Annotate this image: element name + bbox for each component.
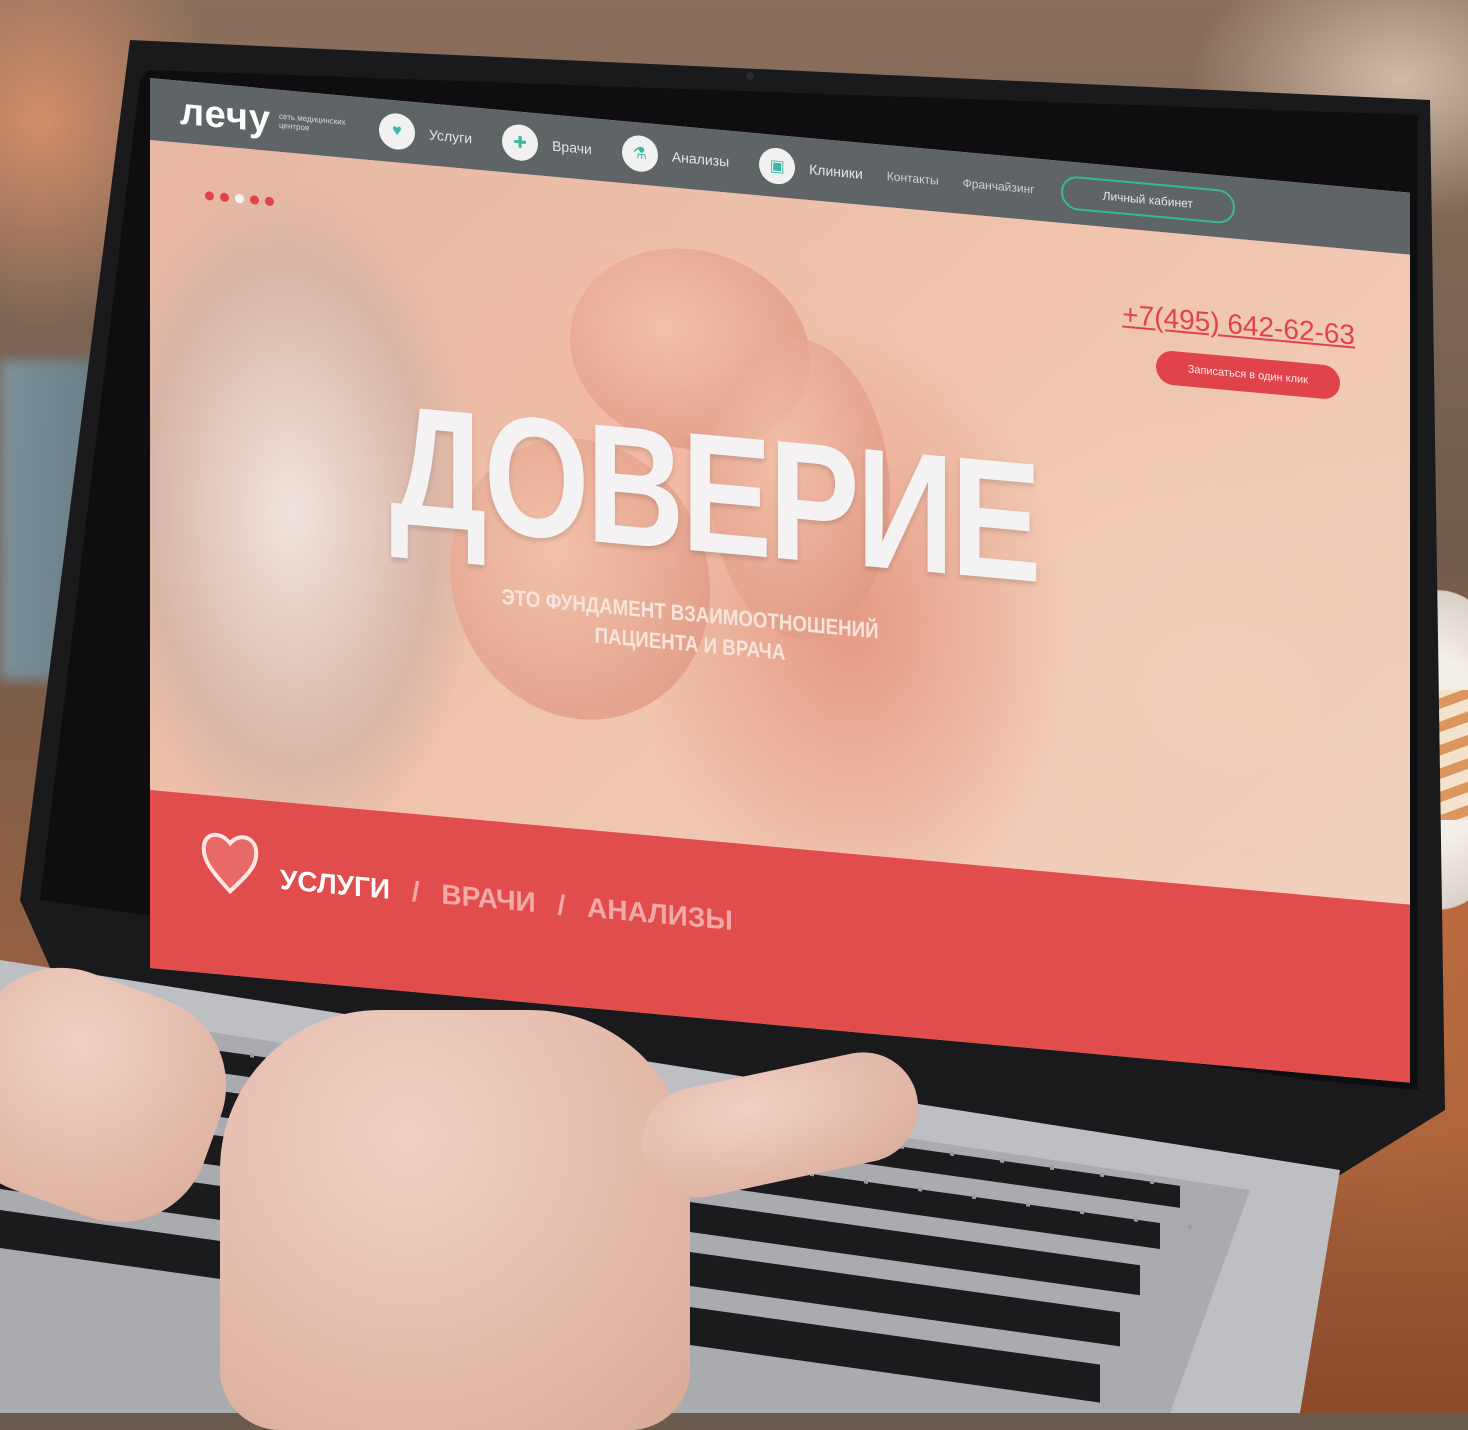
heart-icon <box>201 832 259 895</box>
nav-label: Анализы <box>671 148 730 170</box>
nav-label: Клиники <box>809 160 863 182</box>
nav-item-tests[interactable]: ⚗ Анализы <box>621 133 730 180</box>
microscope-icon: ⚗ <box>621 133 658 174</box>
phone-link[interactable]: +7(495) 642-62-63 <box>1122 298 1355 351</box>
logo-subtitle: сеть медицинских центров <box>279 111 346 133</box>
laptop-screen: лечу сеть медицинских центров ♥ Услуги ✚… <box>150 78 1410 1083</box>
nav-item-clinics[interactable]: ▣ Клиники <box>759 146 863 191</box>
nav-label: Врачи <box>552 137 592 158</box>
site-logo[interactable]: лечу <box>180 90 271 141</box>
tab-separator: / <box>411 875 420 908</box>
tab-separator: / <box>557 889 566 921</box>
right-hand <box>220 1010 690 1430</box>
slider-dot[interactable] <box>205 191 214 201</box>
heart-icon: ♥ <box>379 111 416 152</box>
clinic-icon: ▣ <box>759 146 796 186</box>
category-tabs: УСЛУГИ / ВРАЧИ / АНАЛИЗЫ <box>280 864 733 937</box>
contacts-link[interactable]: Контакты <box>887 169 939 188</box>
franchise-link[interactable]: Франчайзинг <box>963 176 1035 197</box>
tab-doctors[interactable]: ВРАЧИ <box>441 879 535 919</box>
slider-dots <box>205 191 274 207</box>
slider-dot[interactable] <box>250 195 259 205</box>
tab-tests[interactable]: АНАЛИЗЫ <box>587 892 733 936</box>
doctor-icon: ✚ <box>502 123 539 163</box>
hero-banner: +7(495) 642-62-63 Записаться в один клик… <box>150 140 1410 905</box>
nav-item-doctors[interactable]: ✚ Врачи <box>502 123 592 167</box>
book-appointment-button[interactable]: Записаться в один клик <box>1155 349 1340 401</box>
slider-dot[interactable] <box>265 196 274 207</box>
slider-dot[interactable] <box>220 192 229 203</box>
personal-cabinet-button[interactable]: Личный кабинет <box>1060 174 1235 225</box>
nav-item-services[interactable]: ♥ Услуги <box>379 111 473 156</box>
nav-label: Услуги <box>429 126 473 147</box>
tab-services[interactable]: УСЛУГИ <box>280 864 390 905</box>
slider-dot-active[interactable] <box>235 193 244 204</box>
